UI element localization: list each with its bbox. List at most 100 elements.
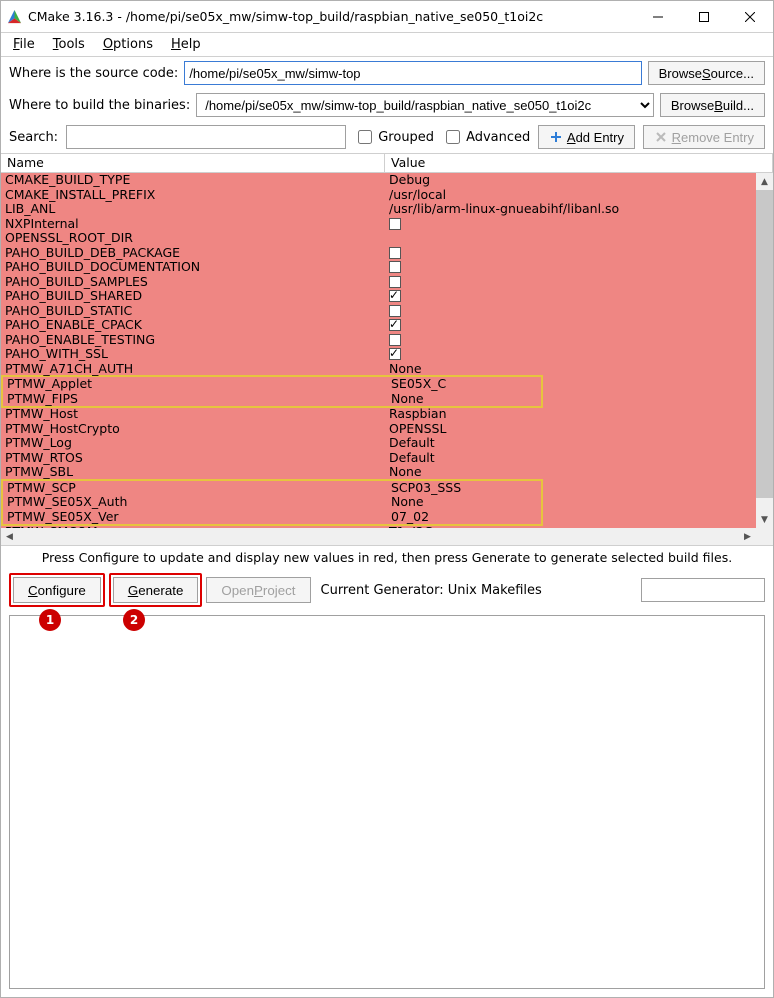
entry-name: NXPInternal xyxy=(1,217,385,232)
remove-entry-button[interactable]: Remove Entry xyxy=(643,125,765,149)
grouped-checkbox[interactable]: Grouped xyxy=(354,127,434,147)
value-PTMW_HostCrypto: OPENSSL xyxy=(389,422,446,436)
generate-button[interactable]: Generate xyxy=(113,577,199,603)
open-project-button[interactable]: Open Project xyxy=(206,577,310,603)
scroll-up-icon[interactable]: ▲ xyxy=(756,173,773,190)
value-PTMW_SE05X_Auth: None xyxy=(391,495,424,509)
table-row[interactable]: PAHO_ENABLE_TESTING xyxy=(1,333,756,348)
search-input[interactable] xyxy=(66,125,346,149)
generate-highlight: Generate xyxy=(109,573,203,607)
checkbox-PAHO_ENABLE_CPACK[interactable] xyxy=(389,319,401,331)
table-row[interactable]: PTMW_SE05X_Ver 07_02 xyxy=(3,510,541,525)
window-title-text: CMake 3.16.3 - /home/pi/se05x_mw/simw-to… xyxy=(28,9,543,24)
build-combo[interactable]: /home/pi/se05x_mw/simw-top_build/raspbia… xyxy=(196,93,654,117)
table-row[interactable]: PAHO_ENABLE_CPACK xyxy=(1,318,756,333)
browse-source-button[interactable]: Browse Source... xyxy=(648,61,765,85)
table-row[interactable]: PAHO_BUILD_STATIC xyxy=(1,304,756,319)
entry-name: CMAKE_INSTALL_PREFIX xyxy=(1,188,385,203)
checkbox-PAHO_BUILD_SAMPLES[interactable] xyxy=(389,276,401,288)
table-row[interactable]: PTMW_Host Raspbian xyxy=(1,407,756,422)
close-button[interactable] xyxy=(727,1,773,33)
search-row: Search: Grouped Advanced Add Entry Remov… xyxy=(1,121,773,153)
scroll-thumb-v[interactable] xyxy=(756,190,773,498)
table-row[interactable]: PTMW_A71CH_AUTH None xyxy=(1,362,756,377)
add-entry-button[interactable]: Add Entry xyxy=(538,125,635,149)
menu-tools[interactable]: Tools xyxy=(45,35,93,54)
checkbox-PAHO_BUILD_DEB_PACKAGE[interactable] xyxy=(389,247,401,259)
menu-options[interactable]: Options xyxy=(95,35,161,54)
scroll-right-icon[interactable]: ▶ xyxy=(739,528,756,545)
entry-name: PAHO_BUILD_DOCUMENTATION xyxy=(1,260,385,275)
scroll-left-icon[interactable]: ◀ xyxy=(1,528,18,545)
browse-build-button[interactable]: Browse Build... xyxy=(660,93,765,117)
cache-list: CMAKE_BUILD_TYPE Debug CMAKE_INSTALL_PRE… xyxy=(1,173,773,546)
value-CMAKE_INSTALL_PREFIX: /usr/local xyxy=(389,188,446,202)
entry-name: PAHO_BUILD_SAMPLES xyxy=(1,275,385,290)
source-row: Where is the source code: Browse Source.… xyxy=(1,57,773,89)
build-label: Where to build the binaries: xyxy=(9,98,190,113)
vertical-scrollbar[interactable]: ▲ ▼ xyxy=(756,173,773,528)
menu-help[interactable]: Help xyxy=(163,35,209,54)
table-row[interactable]: PTMW_Log Default xyxy=(1,436,756,451)
minimize-button[interactable] xyxy=(635,1,681,33)
checkbox-PAHO_ENABLE_TESTING[interactable] xyxy=(389,334,401,346)
list-body[interactable]: CMAKE_BUILD_TYPE Debug CMAKE_INSTALL_PRE… xyxy=(1,173,756,528)
table-row[interactable]: CMAKE_INSTALL_PREFIX /usr/local xyxy=(1,188,756,203)
scroll-corner xyxy=(756,528,773,545)
list-header: Name Value xyxy=(1,153,773,173)
generator-extra-input[interactable] xyxy=(641,578,765,602)
scroll-down-icon[interactable]: ▼ xyxy=(756,511,773,528)
column-name[interactable]: Name xyxy=(1,154,385,172)
table-row[interactable]: PTMW_Applet SE05X_C xyxy=(3,377,541,392)
advanced-checkbox[interactable]: Advanced xyxy=(442,127,530,147)
value-PTMW_Host: Raspbian xyxy=(389,407,447,421)
configure-button[interactable]: Configure xyxy=(13,577,101,603)
output-panel[interactable] xyxy=(9,615,765,989)
table-row[interactable]: PAHO_WITH_SSL xyxy=(1,347,756,362)
table-row[interactable]: LIB_ANL /usr/lib/arm-linux-gnueabihf/lib… xyxy=(1,202,756,217)
value-CMAKE_BUILD_TYPE: Debug xyxy=(389,173,430,187)
table-row[interactable]: NXPInternal xyxy=(1,217,756,232)
entry-name: PTMW_A71CH_AUTH xyxy=(1,362,385,377)
value-PTMW_FIPS: None xyxy=(391,392,424,406)
checkbox-NXPInternal[interactable] xyxy=(389,218,401,230)
horizontal-scrollbar[interactable]: ◀ ▶ xyxy=(1,528,756,545)
value-PTMW_SCP: SCP03_SSS xyxy=(391,481,461,495)
maximize-button[interactable] xyxy=(681,1,727,33)
plus-icon xyxy=(549,130,563,144)
table-row[interactable]: PTMW_SCP SCP03_SSS xyxy=(3,481,541,496)
table-row[interactable]: PAHO_BUILD_DOCUMENTATION xyxy=(1,260,756,275)
table-row[interactable]: PAHO_BUILD_SAMPLES xyxy=(1,275,756,290)
entry-name: PTMW_Log xyxy=(1,436,385,451)
value-PTMW_Applet: SE05X_C xyxy=(391,377,446,391)
table-row[interactable]: PTMW_RTOS Default xyxy=(1,451,756,466)
entry-name: PAHO_ENABLE_CPACK xyxy=(1,318,385,333)
titlebar: CMake 3.16.3 - /home/pi/se05x_mw/simw-to… xyxy=(1,1,773,33)
table-row[interactable]: PTMW_SBL None xyxy=(1,465,756,480)
table-row[interactable]: CMAKE_BUILD_TYPE Debug xyxy=(1,173,756,188)
entry-name: PTMW_SCP xyxy=(3,481,387,496)
value-PTMW_RTOS: Default xyxy=(389,451,435,465)
checkbox-PAHO_BUILD_SHARED[interactable] xyxy=(389,290,401,302)
entry-name: PTMW_SE05X_Ver xyxy=(3,510,387,525)
column-value[interactable]: Value xyxy=(385,154,773,172)
checkbox-PAHO_BUILD_DOCUMENTATION[interactable] xyxy=(389,261,401,273)
checkbox-PAHO_WITH_SSL[interactable] xyxy=(389,348,401,360)
checkbox-PAHO_BUILD_STATIC[interactable] xyxy=(389,305,401,317)
entry-name: PAHO_WITH_SSL xyxy=(1,347,385,362)
source-input[interactable] xyxy=(185,62,640,84)
table-row[interactable]: OPENSSL_ROOT_DIR xyxy=(1,231,756,246)
menu-file[interactable]: File xyxy=(5,35,43,54)
table-row[interactable]: PTMW_HostCrypto OPENSSL xyxy=(1,422,756,437)
entry-name: OPENSSL_ROOT_DIR xyxy=(1,231,385,246)
entry-name: PTMW_Applet xyxy=(3,377,387,392)
button-row: Configure Generate Open Project Current … xyxy=(1,569,773,611)
configure-highlight: Configure xyxy=(9,573,105,607)
table-row[interactable]: PAHO_BUILD_SHARED xyxy=(1,289,756,304)
table-row[interactable]: PAHO_BUILD_DEB_PACKAGE xyxy=(1,246,756,261)
hint-text: Press Configure to update and display ne… xyxy=(1,546,773,569)
table-row[interactable]: PTMW_SE05X_Auth None xyxy=(3,495,541,510)
table-row[interactable]: PTMW_FIPS None xyxy=(3,392,541,407)
source-input-wrapper xyxy=(184,61,641,85)
entry-name: PTMW_FIPS xyxy=(3,392,387,407)
